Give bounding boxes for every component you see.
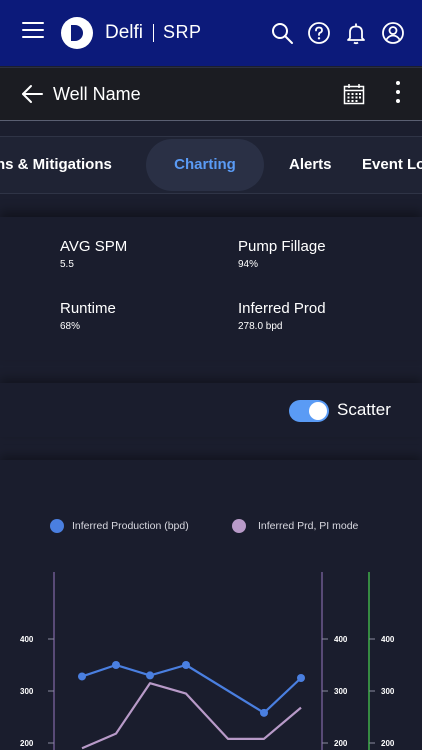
data-point-0-0 [78, 672, 86, 681]
tick-label-right1-400: 400 [334, 635, 348, 644]
help-icon[interactable] [307, 21, 331, 45]
tick-label-left-300: 300 [20, 687, 34, 696]
well-header: Well Name [0, 67, 422, 121]
scatter-toggle-card: Scatter [0, 383, 422, 437]
tab-event-log[interactable]: Event Lo [362, 137, 422, 193]
tick-label-right1-200: 200 [334, 739, 348, 748]
series-line-0 [81, 663, 302, 714]
kpi-avg-spm-label: AVG SPM [60, 238, 128, 255]
data-point-0-3 [182, 661, 190, 669]
data-point-0-2 [146, 671, 154, 680]
data-point-0-5 [260, 708, 268, 717]
back-arrow-icon[interactable] [20, 83, 44, 105]
brand-name: Delfi [105, 22, 144, 43]
kpi-summary-card: AVG SPM 5.5 Pump Fillage 94% Runtime 68%… [0, 217, 422, 360]
data-point-0-1 [112, 661, 120, 669]
kpi-runtime-value: 68% [60, 321, 81, 332]
kpi-avg-spm-value: 5.5 [60, 259, 74, 270]
data-point-0-6 [297, 674, 305, 682]
tick-label-right1-300: 300 [334, 687, 348, 696]
tab-bar: ns & Mitigations Charting Alerts Event L… [0, 136, 422, 194]
more-options-icon[interactable] [394, 81, 402, 107]
app-bar: Delfi SRP [0, 0, 422, 66]
page-title: Well Name [53, 84, 141, 104]
series-line-1 [81, 682, 302, 750]
kpi-pump-fillage-label: Pump Fillage [238, 238, 326, 255]
kpi-inferred-prod-label: Inferred Prod [238, 300, 326, 317]
brand-divider [153, 24, 154, 42]
toggle-knob [309, 402, 327, 420]
tick-label-left-200: 200 [20, 739, 34, 748]
kpi-pump-fillage-value: 94% [238, 259, 259, 270]
calendar-icon[interactable] [343, 83, 365, 105]
scatter-toggle-label: Scatter [337, 400, 391, 419]
search-icon[interactable] [270, 21, 294, 45]
hamburger-menu-icon[interactable] [22, 22, 44, 42]
tab-mitigations[interactable]: ns & Mitigations [0, 137, 112, 193]
tick-label-left-400: 400 [20, 635, 34, 644]
user-account-icon[interactable] [381, 21, 405, 45]
production-line-chart[interactable]: 400 300 200 400 300 200 400 300 200 [0, 460, 422, 750]
tick-label-right2-200: 200 [381, 739, 395, 748]
delfi-logo [61, 17, 93, 49]
kpi-runtime-label: Runtime [60, 300, 116, 317]
tick-label-right2-300: 300 [381, 687, 395, 696]
production-chart-card: Inferred Production (bpd) Inferred Prd, … [0, 460, 422, 750]
product-name: SRP [163, 22, 202, 42]
tab-charting[interactable]: Charting [146, 139, 264, 191]
notifications-bell-icon[interactable] [344, 21, 368, 45]
kpi-inferred-prod-value: 278.0 bpd [238, 321, 283, 332]
scatter-toggle-switch[interactable] [289, 400, 329, 422]
tab-alerts[interactable]: Alerts [289, 137, 332, 193]
tick-label-right2-400: 400 [381, 635, 395, 644]
